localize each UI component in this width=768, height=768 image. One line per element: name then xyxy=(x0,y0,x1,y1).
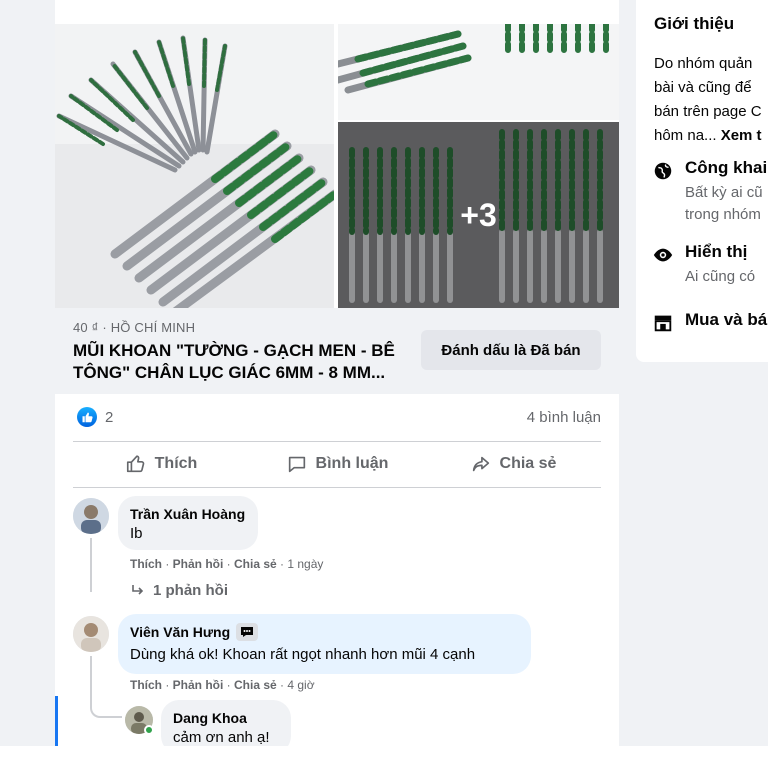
focus-indicator xyxy=(55,696,58,746)
drill-bits-fan-photo xyxy=(55,24,334,308)
comment-1-reply-link[interactable]: Phản hồi xyxy=(173,557,224,571)
view-replies-link[interactable]: 1 phản hồi xyxy=(131,582,228,599)
like-button-label: Thích xyxy=(154,455,198,472)
reply-text-1: cảm ơn anh ạ! xyxy=(173,729,270,746)
buysell-label: Mua và bá xyxy=(685,310,768,329)
reply-author-1[interactable]: Dang Khoa xyxy=(173,709,279,727)
public-label: Công khai xyxy=(685,158,768,177)
product-photo-2[interactable] xyxy=(338,24,619,120)
thumbs-up-icon xyxy=(126,455,144,473)
visible-sub: Ai cũng có xyxy=(685,268,756,285)
product-photo-3[interactable]: +3 xyxy=(338,122,619,308)
avatar-tran-xuan-hoang[interactable] xyxy=(73,498,109,534)
see-more-link[interactable]: Xem t xyxy=(721,127,762,144)
comment-author-row-2: Viên Văn Hưng xyxy=(130,623,519,641)
comment-text-1: Ib xyxy=(130,525,143,542)
comment-meta-2: Thích · Phản hồi · Chia sẻ · 4 giờ xyxy=(130,678,315,692)
comment-2-share-link[interactable]: Chia sẻ xyxy=(234,678,277,692)
comment-1-time[interactable]: 1 ngày xyxy=(287,557,323,571)
drill-bits-closeup-photo xyxy=(338,24,619,120)
online-status-dot xyxy=(144,725,154,735)
comment-author-2[interactable]: Viên Văn Hưng xyxy=(130,623,230,641)
share-button-label: Chia sẻ xyxy=(499,455,557,472)
globe-icon xyxy=(654,162,672,180)
bottom-band xyxy=(0,746,768,768)
comment-button[interactable]: Bình luận xyxy=(249,442,425,486)
about-description: Do nhóm quản bài và cũng để bán trên pag… xyxy=(654,52,768,148)
listing-title-line-2: TÔNG" CHÂN LỤC GIÁC 6MM - 8 MM... xyxy=(73,363,386,382)
mark-as-sold-button[interactable]: Đánh dấu là Đã bán xyxy=(421,330,601,370)
about-desc-line-1: Do nhóm quản xyxy=(654,55,753,72)
public-sub-line-1: Bất kỳ ai cũ xyxy=(685,184,763,201)
comment-meta-1: Thích · Phản hồi · Chia sẻ · 1 ngày xyxy=(130,557,324,571)
listing-title-line-1: MŨI KHOAN "TƯỜNG - GẠCH MEN - BÊ xyxy=(73,341,395,360)
public-sub: Bất kỳ ai cũ trong nhóm xyxy=(685,182,763,226)
comment-2-reply-link[interactable]: Phản hồi xyxy=(173,678,224,692)
about-desc-line-3: bán trên page C xyxy=(654,103,762,120)
more-photos-count[interactable]: +3 xyxy=(338,122,619,308)
about-desc-line-2: bài và cũng để xyxy=(654,79,752,96)
comment-button-label: Bình luận xyxy=(315,455,389,472)
comment-bubble-1: Trần Xuân Hoàng Ib xyxy=(118,496,258,550)
comment-text-2: Dùng khá ok! Khoan rất ngọt nhanh hơn mũ… xyxy=(130,646,476,663)
share-button[interactable]: Chia sẻ xyxy=(425,442,601,486)
public-sub-line-2: trong nhóm xyxy=(685,206,761,223)
listing-title[interactable]: MŨI KHOAN "TƯỜNG - GẠCH MEN - BÊ TÔNG" C… xyxy=(73,340,453,384)
share-arrow-icon xyxy=(472,456,489,472)
listing-price-location: 40 ₫ · HỒ CHÍ MINH xyxy=(73,320,196,335)
divider-bottom xyxy=(73,487,601,488)
message-badge-icon xyxy=(236,623,259,641)
post-actions: Thích Bình luận Chia sẻ xyxy=(73,442,601,486)
like-button[interactable]: Thích xyxy=(73,442,249,486)
avatar-vien-van-hung[interactable] xyxy=(73,616,109,652)
comment-count[interactable]: 4 bình luận xyxy=(527,409,601,426)
visible-label: Hiển thị xyxy=(685,242,748,261)
comment-2-time[interactable]: 4 giờ xyxy=(287,678,314,692)
reply-arrow-icon xyxy=(132,584,144,595)
view-replies-label: 1 phản hồi xyxy=(153,582,228,599)
reactions-bar: 2 4 bình luận xyxy=(73,404,601,432)
about-title: Giới thiệu xyxy=(654,14,735,33)
product-photo-main[interactable] xyxy=(55,24,334,308)
listing-info: 40 ₫ · HỒ CHÍ MINH MŨI KHOAN "TƯỜNG - GẠ… xyxy=(55,308,619,394)
comment-bubble-2: Viên Văn Hưng Dùng khá ok! Khoan rất ngọ… xyxy=(118,614,531,674)
about-desc-line-4-text: hôm na... xyxy=(654,127,721,144)
comment-1-like-link[interactable]: Thích xyxy=(130,557,162,571)
eye-icon xyxy=(653,248,673,262)
reply-bubble-1: Dang Khoa cảm ơn anh ạ! xyxy=(161,700,291,746)
about-desc-line-4: hôm na... Xem t xyxy=(654,124,768,148)
comment-author-1[interactable]: Trần Xuân Hoàng xyxy=(130,505,246,523)
like-reaction-icon[interactable] xyxy=(77,407,97,427)
shop-icon xyxy=(654,315,672,332)
marketplace-post-card: +3 40 ₫ · HỒ CHÍ MINH MŨI KHOAN "TƯỜNG -… xyxy=(55,0,619,746)
thread-line-2 xyxy=(90,656,122,718)
group-about-card: Giới thiệu Do nhóm quản bài và cũng để b… xyxy=(636,0,768,362)
comment-1-share-link[interactable]: Chia sẻ xyxy=(234,557,277,571)
comment-2-like-link[interactable]: Thích xyxy=(130,678,162,692)
comment-bubble-icon xyxy=(288,456,305,473)
photo-grid: +3 xyxy=(55,24,619,308)
reaction-count[interactable]: 2 xyxy=(105,409,113,426)
thread-line-1 xyxy=(90,538,92,592)
